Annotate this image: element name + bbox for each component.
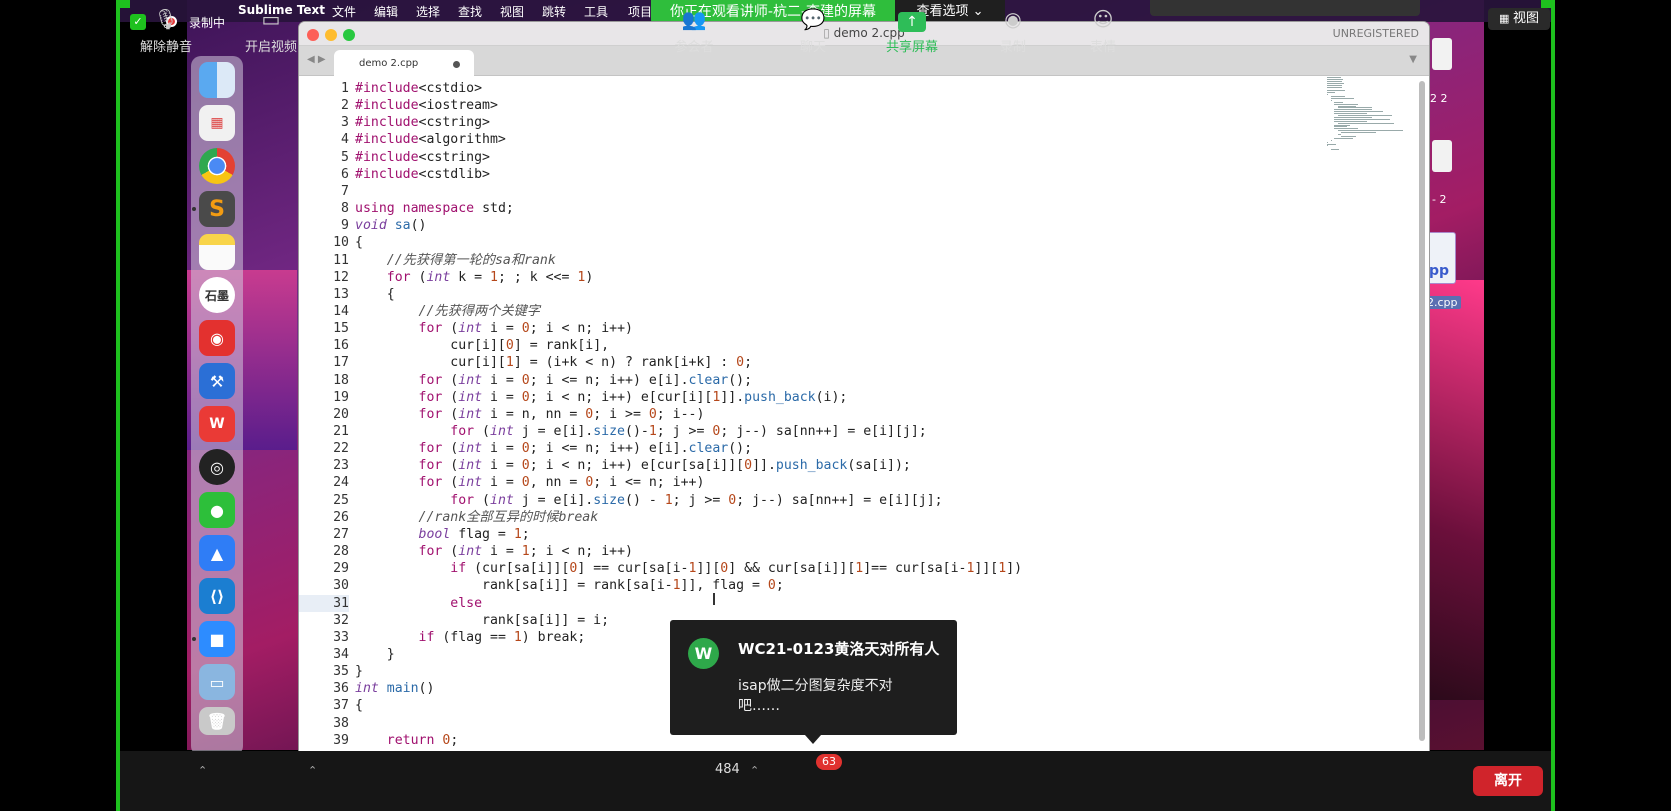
share-screen-button[interactable]: ↑ 共享屏幕 xyxy=(872,6,952,55)
reactions-button[interactable]: ☺ 表情 xyxy=(1063,6,1143,55)
record-label: 录制 xyxy=(999,40,1026,55)
participants-label: 参会者 xyxy=(674,40,714,55)
unmute-label: 解除静音 xyxy=(139,40,192,55)
share-screen-icon: ↑ xyxy=(872,6,952,32)
unmute-button[interactable]: 🎙 解除静音 xyxy=(126,6,206,55)
muted-microphone-icon: 🎙 xyxy=(153,7,179,31)
record-icon: ◉ xyxy=(1004,7,1022,31)
chat-badge: 63 xyxy=(816,754,842,770)
participants-icon: 👥 xyxy=(681,7,707,31)
chat-icon: 💬 xyxy=(800,7,826,31)
reactions-label: 表情 xyxy=(1089,40,1116,55)
chat-label: 聊天 xyxy=(799,40,826,55)
start-video-button[interactable]: ▭ 开启视频 xyxy=(231,6,311,55)
emoji-icon: ☺ xyxy=(1092,7,1114,31)
participants-chevron-icon[interactable]: ⌃ xyxy=(750,764,759,777)
screen: 2 2 - 2 pp 2.cpp Sublime Text 文件 编辑 选择 查… xyxy=(0,0,1671,811)
video-options-chevron-icon[interactable]: ⌃ xyxy=(308,764,317,777)
frame-corner xyxy=(1541,0,1555,8)
video-off-icon: ▭ xyxy=(261,7,281,31)
record-button[interactable]: ◉ 录制 xyxy=(973,6,1053,55)
audio-options-chevron-icon[interactable]: ⌃ xyxy=(198,764,207,777)
participants-button[interactable]: 👥 参会者 xyxy=(654,6,734,55)
zoom-share-frame xyxy=(116,0,1555,811)
chat-button[interactable]: 💬 聊天 xyxy=(773,6,853,55)
start-video-label: 开启视频 xyxy=(244,40,297,55)
leave-button[interactable]: 离开 xyxy=(1473,766,1543,796)
participants-count: 484 xyxy=(715,762,740,777)
share-screen-label: 共享屏幕 xyxy=(885,40,938,55)
